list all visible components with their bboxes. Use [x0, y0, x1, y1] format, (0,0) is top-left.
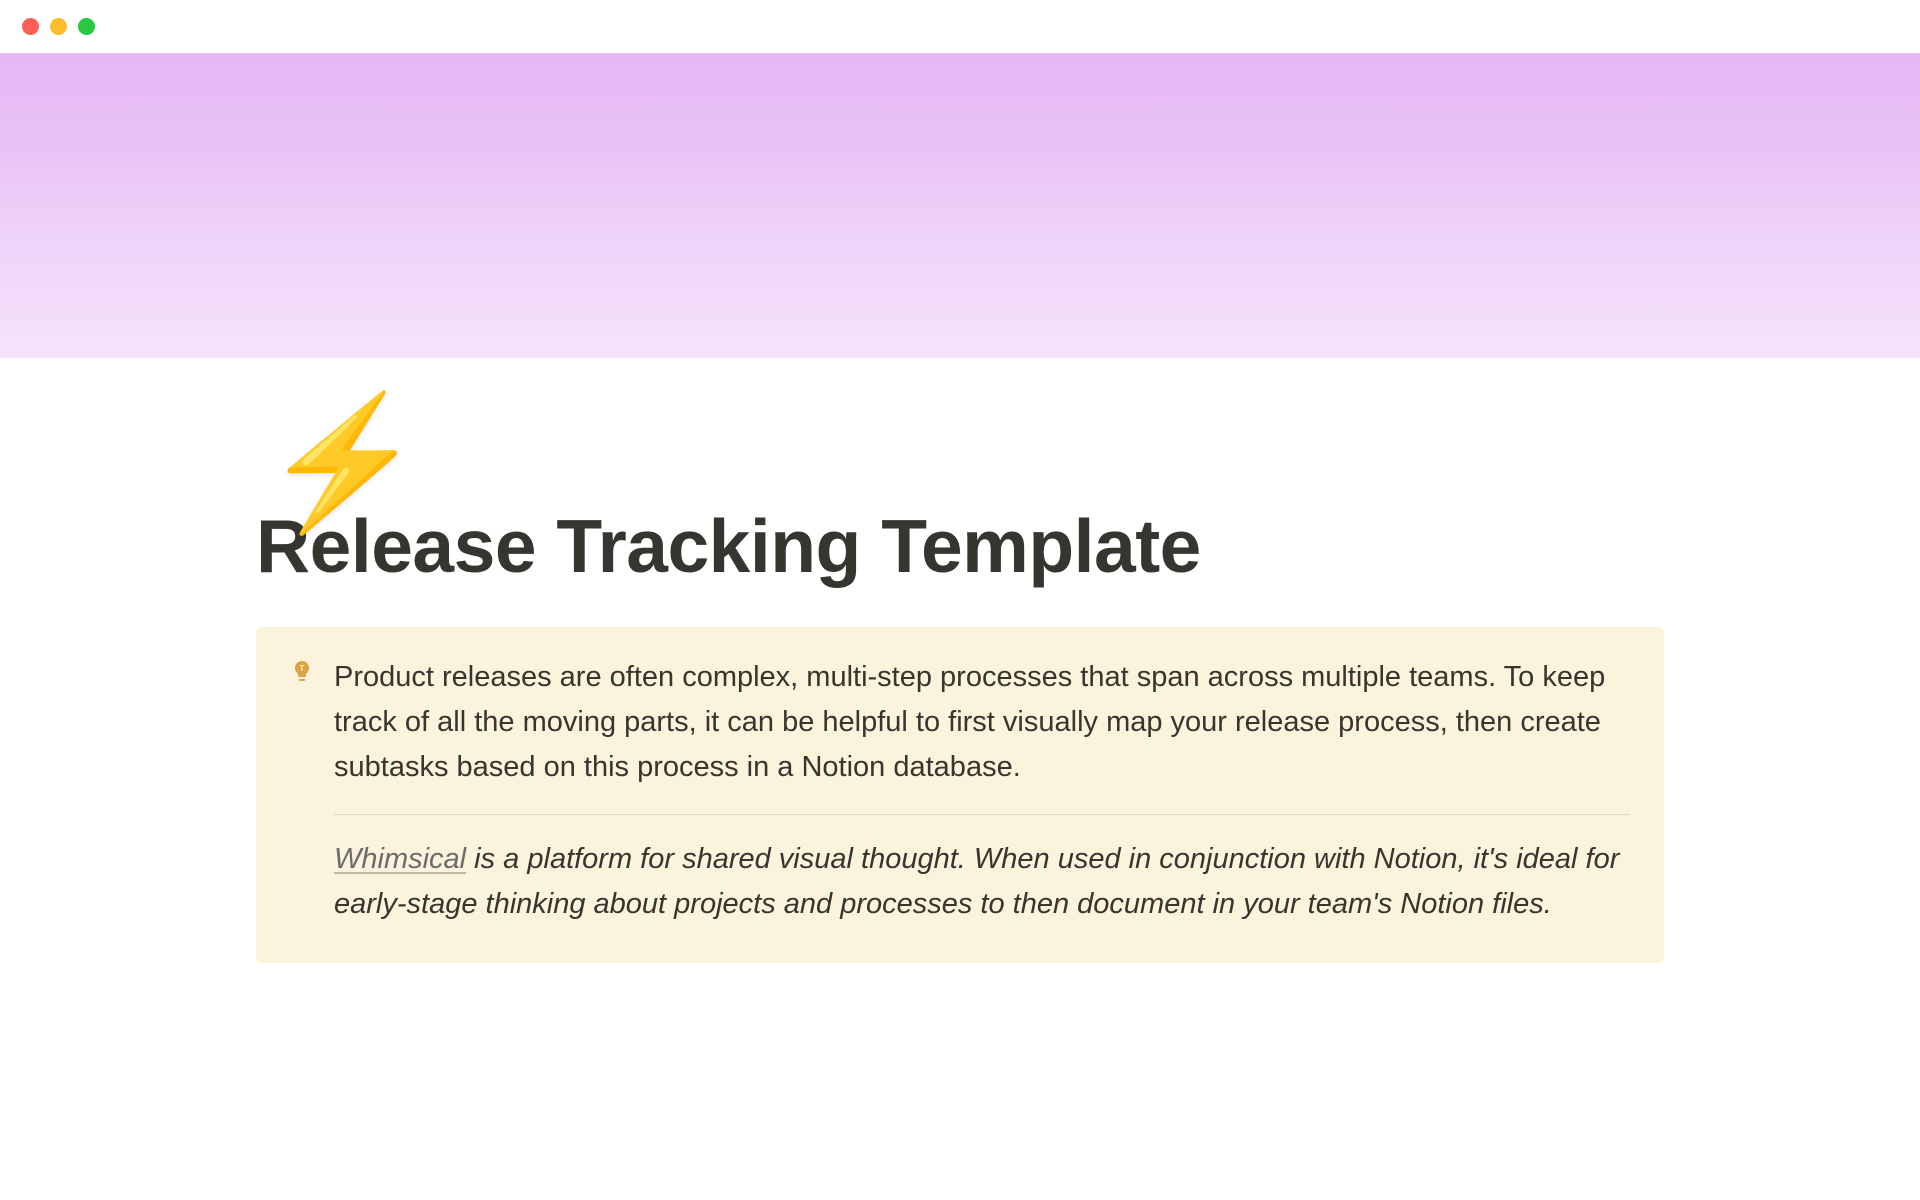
page-cover[interactable] [0, 53, 1920, 358]
callout-block[interactable]: T Product releases are often complex, mu… [256, 627, 1664, 963]
window-minimize-button[interactable] [50, 18, 67, 35]
page-icon-lightning[interactable]: ⚡ [262, 397, 424, 527]
svg-text:T: T [300, 664, 305, 673]
callout-divider [334, 814, 1630, 815]
window-close-button[interactable] [22, 18, 39, 35]
whimsical-link[interactable]: Whimsical [334, 843, 466, 875]
window-zoom-button[interactable] [78, 18, 95, 35]
page-title[interactable]: Release Tracking Template [256, 503, 1664, 589]
callout-paragraph-2-rest: is a platform for shared visual thought.… [334, 843, 1619, 920]
callout-body: Product releases are often complex, mult… [334, 655, 1630, 927]
callout-paragraph-2[interactable]: Whimsical is a platform for shared visua… [334, 837, 1630, 927]
callout-paragraph-1[interactable]: Product releases are often complex, mult… [334, 655, 1630, 790]
lightbulb-icon: T [290, 659, 314, 927]
window-chrome [0, 0, 1920, 53]
